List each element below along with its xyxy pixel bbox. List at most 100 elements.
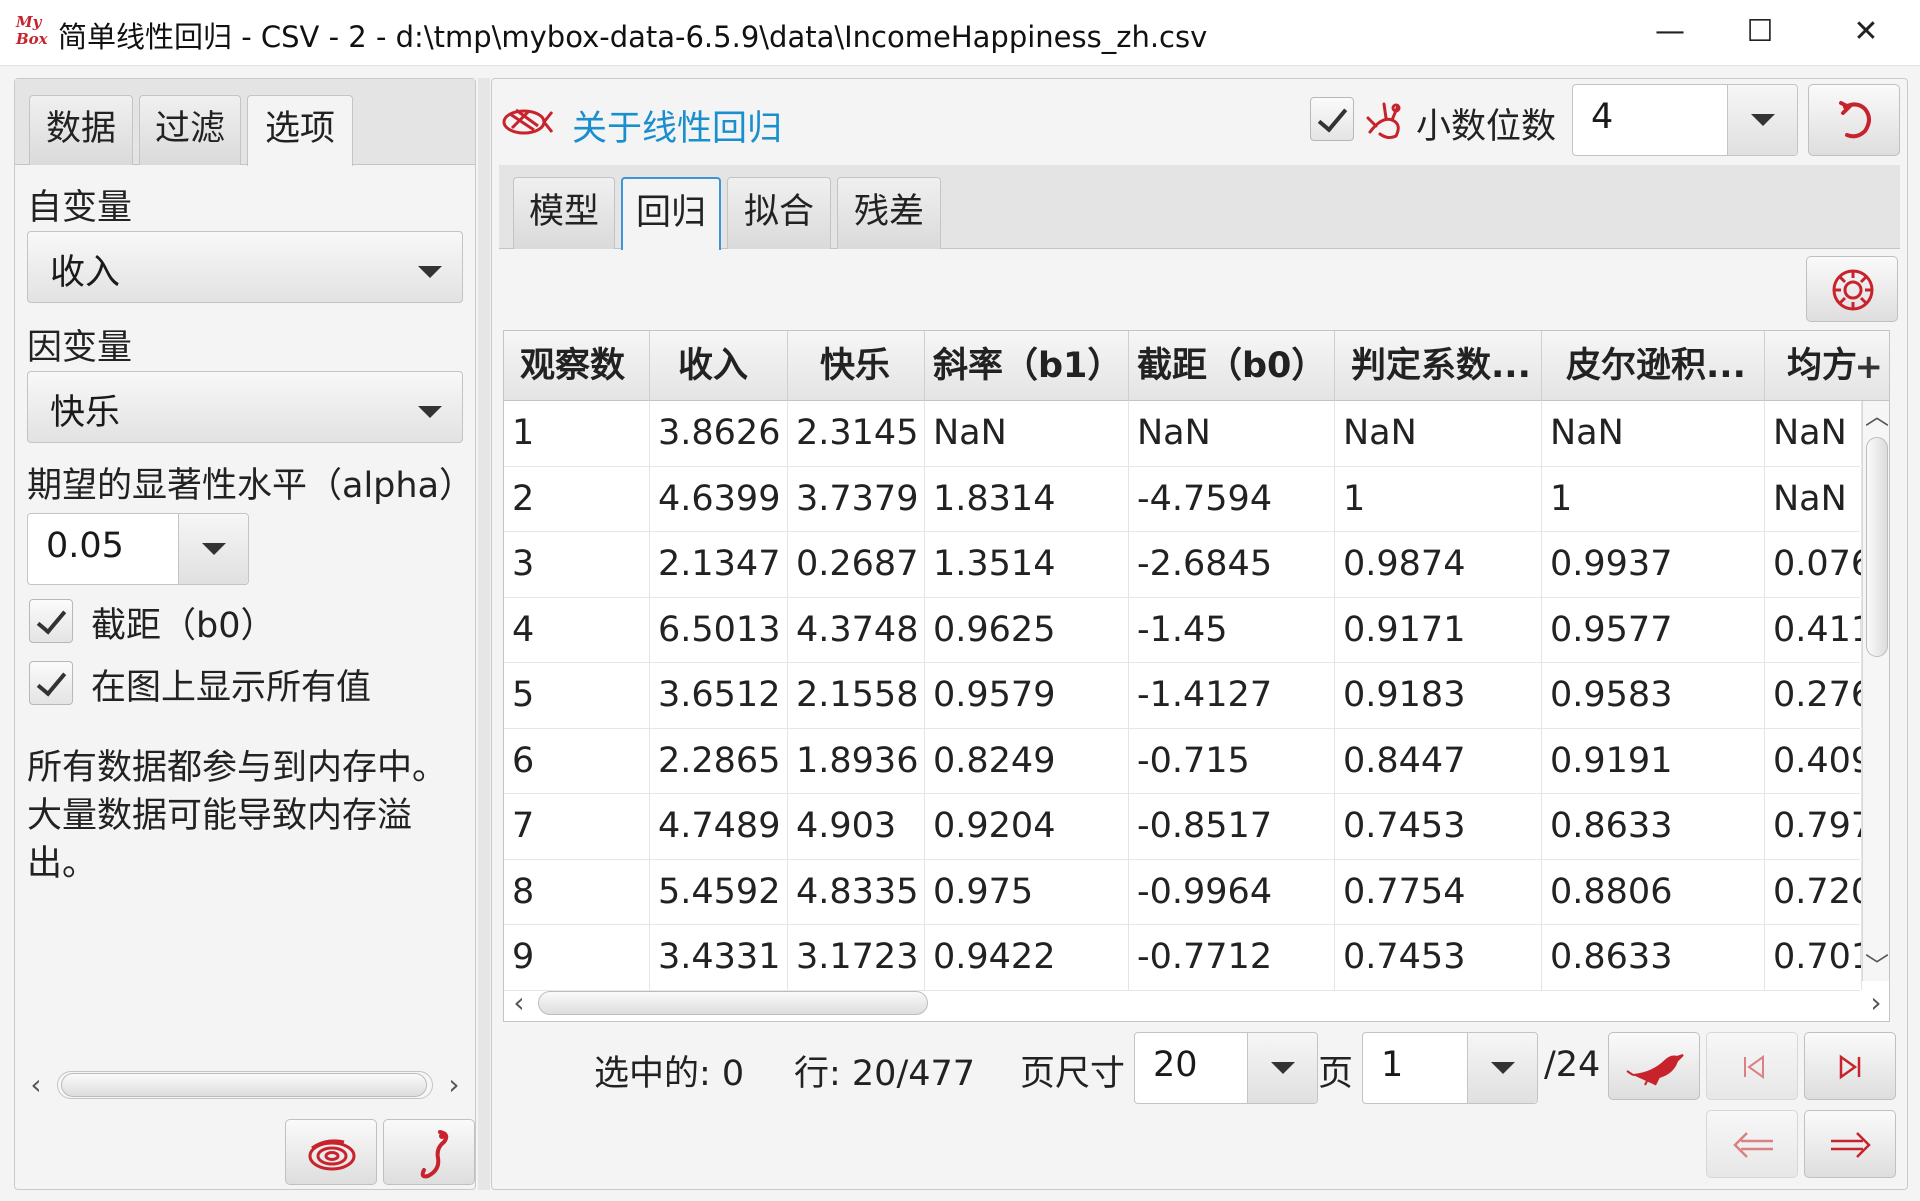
table-cell[interactable]: 0.2687 bbox=[788, 532, 925, 597]
table-cell[interactable]: 0.9579 bbox=[925, 663, 1129, 728]
column-header[interactable]: 快乐 bbox=[788, 331, 925, 401]
table-cell[interactable]: 0.7453 bbox=[1335, 925, 1542, 990]
table-cell[interactable]: -0.8517 bbox=[1129, 794, 1335, 859]
tab-fitting[interactable]: 拟合 bbox=[727, 177, 831, 249]
table-cell[interactable]: -4.7594 bbox=[1129, 466, 1335, 532]
table-cell[interactable]: 1 bbox=[504, 401, 650, 466]
table-cell[interactable]: -1.4127 bbox=[1129, 663, 1335, 728]
table-cell[interactable]: 0.9191 bbox=[1542, 728, 1765, 794]
table-cell[interactable]: -0.9964 bbox=[1129, 859, 1335, 925]
tab-filter[interactable]: 过滤 bbox=[139, 95, 241, 165]
column-header[interactable]: 皮尔逊积... bbox=[1542, 331, 1765, 401]
table-cell[interactable]: 0.276 bbox=[1765, 663, 1862, 728]
table-cell[interactable]: 0.8633 bbox=[1542, 925, 1765, 990]
scroll-thumb[interactable] bbox=[538, 991, 928, 1015]
table-cell[interactable]: 1 bbox=[1542, 466, 1765, 532]
table-row[interactable]: 2 4.6399 3.7379 1.8314 -4.7594 1 1 NaN bbox=[504, 466, 1862, 532]
table-cell[interactable]: 6 bbox=[504, 728, 650, 794]
decimal-places-combo[interactable]: 4 bbox=[1572, 84, 1798, 156]
show-values-checkbox[interactable] bbox=[29, 661, 73, 705]
table-cell[interactable]: 0.9183 bbox=[1335, 663, 1542, 728]
chevron-down-icon[interactable] bbox=[178, 514, 248, 584]
regression-table[interactable]: 观察数 收入 快乐 斜率（b1） 截距（b0） 判定系数... 皮尔逊积... … bbox=[503, 330, 1890, 1022]
table-cell[interactable]: 2.3145 bbox=[788, 401, 925, 466]
table-cell[interactable]: 0.409 bbox=[1765, 728, 1862, 794]
table-cell[interactable]: NaN bbox=[1765, 401, 1862, 466]
table-cell[interactable]: 2.1347 bbox=[650, 532, 788, 597]
table-cell[interactable]: 2.1558 bbox=[788, 663, 925, 728]
table-cell[interactable]: 0.8633 bbox=[1542, 794, 1765, 859]
table-row[interactable]: 4 6.5013 4.3748 0.9625 -1.45 0.9171 0.9577 0.41… bbox=[504, 597, 1862, 663]
tab-options[interactable]: 选项 bbox=[247, 95, 353, 166]
table-cell[interactable]: 0.8447 bbox=[1335, 728, 1542, 794]
go-page-button[interactable] bbox=[1608, 1032, 1700, 1100]
table-cell[interactable]: NaN bbox=[1335, 401, 1542, 466]
table-cell[interactable]: -0.7712 bbox=[1129, 925, 1335, 990]
scroll-thumb[interactable] bbox=[1866, 437, 1888, 657]
tab-data[interactable]: 数据 bbox=[29, 95, 133, 165]
table-cell[interactable]: 0.9171 bbox=[1335, 597, 1542, 663]
table-cell[interactable]: -1.45 bbox=[1129, 597, 1335, 663]
table-cell[interactable]: 1.8936 bbox=[788, 728, 925, 794]
panel-splitter[interactable] bbox=[478, 78, 490, 1190]
table-cell[interactable]: 0.9625 bbox=[925, 597, 1129, 663]
tab-residual[interactable]: 残差 bbox=[837, 177, 941, 249]
scroll-right-icon[interactable]: › bbox=[439, 1069, 469, 1101]
table-cell[interactable]: 0.975 bbox=[925, 859, 1129, 925]
table-row[interactable]: 6 2.2865 1.8936 0.8249 -0.715 0.8447 0.9191 0.4… bbox=[504, 728, 1862, 794]
alpha-combo[interactable]: 0.05 bbox=[27, 513, 249, 585]
table-cell[interactable]: 4.6399 bbox=[650, 466, 788, 532]
column-header[interactable]: 截距（b0） bbox=[1129, 331, 1335, 401]
minimize-button[interactable]: — bbox=[1640, 10, 1700, 54]
independent-variable-select[interactable]: 收入 bbox=[27, 231, 463, 303]
table-cell[interactable]: NaN bbox=[925, 401, 1129, 466]
table-cell[interactable]: 3.1723 bbox=[788, 925, 925, 990]
column-header[interactable]: 收入 bbox=[650, 331, 788, 401]
table-cell[interactable]: 0.9577 bbox=[1542, 597, 1765, 663]
table-cell[interactable]: 5 bbox=[504, 663, 650, 728]
table-cell[interactable]: 3.4331 bbox=[650, 925, 788, 990]
chevron-down-icon[interactable] bbox=[1467, 1033, 1537, 1103]
close-button[interactable]: ✕ bbox=[1836, 10, 1896, 54]
table-cell[interactable]: 3.6512 bbox=[650, 663, 788, 728]
table-cell[interactable]: 0.9937 bbox=[1542, 532, 1765, 597]
first-page-button[interactable] bbox=[1706, 1032, 1798, 1100]
table-cell[interactable]: 0.076 bbox=[1765, 532, 1862, 597]
add-column-icon[interactable]: + bbox=[1855, 347, 1884, 387]
left-horizontal-scrollbar[interactable]: ‹ › bbox=[21, 1069, 469, 1101]
scroll-thumb[interactable] bbox=[61, 1073, 427, 1097]
column-header[interactable]: 判定系数... bbox=[1335, 331, 1542, 401]
about-linear-regression-link[interactable]: 关于线性回归 bbox=[572, 100, 782, 151]
table-cell[interactable]: 6.5013 bbox=[650, 597, 788, 663]
table-cell[interactable]: 1 bbox=[1335, 466, 1542, 532]
intercept-checkbox[interactable] bbox=[29, 599, 73, 643]
table-cell[interactable]: 3 bbox=[504, 532, 650, 597]
table-cell[interactable]: 1.8314 bbox=[925, 466, 1129, 532]
table-cell[interactable]: 1.3514 bbox=[925, 532, 1129, 597]
table-cell[interactable]: 0.411 bbox=[1765, 597, 1862, 663]
table-horizontal-scrollbar[interactable]: ‹ › bbox=[504, 987, 1889, 1019]
dependent-variable-select[interactable]: 快乐 bbox=[27, 371, 463, 443]
options-button[interactable] bbox=[1806, 256, 1898, 322]
table-cell[interactable]: 0.9422 bbox=[925, 925, 1129, 990]
table-cell[interactable]: 0.701 bbox=[1765, 925, 1862, 990]
page-size-combo[interactable]: 20 bbox=[1134, 1032, 1318, 1104]
scroll-left-icon[interactable]: ‹ bbox=[504, 987, 534, 1019]
table-row[interactable]: 1 3.8626 2.3145 NaN NaN NaN NaN NaN bbox=[504, 401, 1862, 467]
table-cell[interactable]: 0.9204 bbox=[925, 794, 1129, 859]
table-cell[interactable]: 9 bbox=[504, 925, 650, 990]
table-cell[interactable]: 0.7453 bbox=[1335, 794, 1542, 859]
table-cell[interactable]: 4.903 bbox=[788, 794, 925, 859]
last-page-button[interactable] bbox=[1804, 1032, 1896, 1100]
table-row[interactable]: 9 3.4331 3.1723 0.9422 -0.7712 0.7453 0.8633 0.… bbox=[504, 925, 1862, 991]
refresh-button[interactable] bbox=[1808, 84, 1900, 156]
table-cell[interactable]: 4 bbox=[504, 597, 650, 663]
table-row[interactable]: 3 2.1347 0.2687 1.3514 -2.6845 0.9874 0.9937 0.… bbox=[504, 532, 1862, 598]
table-row[interactable]: 5 3.6512 2.1558 0.9579 -1.4127 0.9183 0.9583 0.… bbox=[504, 663, 1862, 729]
table-cell[interactable]: 5.4592 bbox=[650, 859, 788, 925]
table-row[interactable]: 8 5.4592 4.8335 0.975 -0.9964 0.7754 0.8806 0.7… bbox=[504, 859, 1862, 925]
scroll-down-icon[interactable]: ﹀ bbox=[1863, 951, 1889, 981]
table-cell[interactable]: 0.9583 bbox=[1542, 663, 1765, 728]
table-cell[interactable]: 7 bbox=[504, 794, 650, 859]
scroll-right-icon[interactable]: › bbox=[1861, 987, 1889, 1019]
